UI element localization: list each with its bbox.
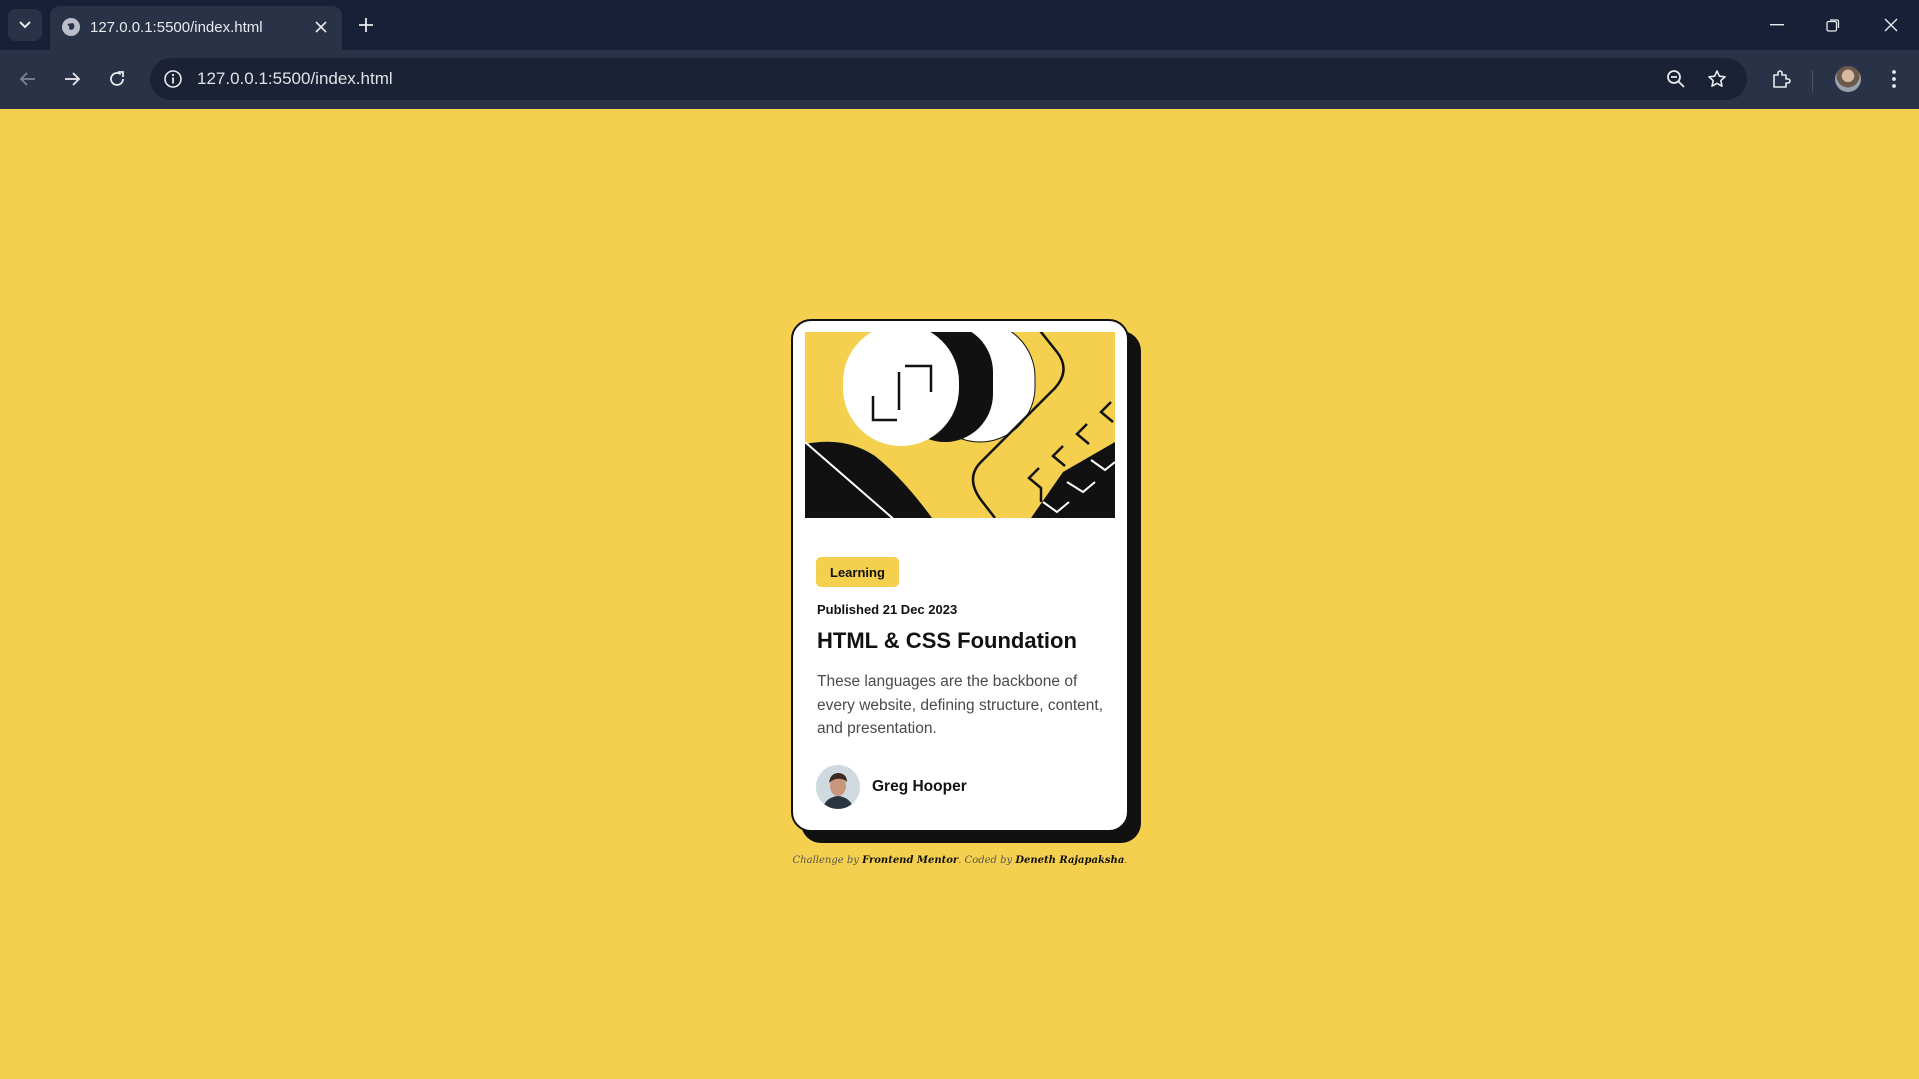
extensions-icon bbox=[1773, 70, 1791, 88]
address-bar[interactable]: 127.0.0.1:5500/index.html bbox=[150, 58, 1747, 100]
attribution-middle: . Coded by bbox=[958, 855, 1013, 866]
close-icon[interactable] bbox=[310, 16, 332, 38]
blog-preview-card: Learning Published 21 Dec 2023 HTML & CS… bbox=[791, 319, 1129, 832]
card-description: These languages are the backbone of ever… bbox=[817, 673, 1104, 737]
zoom-icon[interactable] bbox=[1664, 67, 1688, 91]
attribution-suffix: . bbox=[1124, 855, 1128, 866]
url-text: 127.0.0.1:5500/index.html bbox=[197, 69, 393, 88]
plus-icon bbox=[359, 18, 373, 32]
tab-strip: 127.0.0.1:5500/index.html bbox=[0, 0, 1919, 50]
window-close-button[interactable] bbox=[1871, 8, 1911, 42]
restore-icon bbox=[1826, 19, 1840, 32]
menu-icon bbox=[1892, 70, 1896, 88]
forward-icon bbox=[65, 72, 81, 86]
reload-icon bbox=[110, 71, 124, 86]
card-title[interactable]: HTML & CSS Foundation bbox=[817, 628, 1077, 654]
minimize-icon bbox=[1770, 24, 1784, 26]
profile-button[interactable] bbox=[1832, 63, 1864, 95]
attribution-prefix: Challenge by bbox=[792, 855, 859, 866]
avatar bbox=[816, 765, 860, 809]
browser-tab[interactable]: 127.0.0.1:5500/index.html bbox=[50, 6, 342, 50]
browser-toolbar: 127.0.0.1:5500/index.html bbox=[0, 50, 1919, 109]
restore-button[interactable] bbox=[1813, 8, 1853, 42]
forward-button[interactable] bbox=[56, 63, 88, 95]
back-icon bbox=[19, 72, 35, 86]
extensions-button[interactable] bbox=[1765, 63, 1797, 95]
tab-list-button[interactable] bbox=[8, 9, 42, 41]
globe-icon bbox=[62, 18, 80, 36]
publish-date: Published 21 Dec 2023 bbox=[817, 602, 958, 617]
menu-button[interactable] bbox=[1878, 63, 1910, 95]
tab-title: 127.0.0.1:5500/index.html bbox=[90, 19, 263, 36]
minimize-button[interactable] bbox=[1757, 8, 1797, 42]
star-icon[interactable] bbox=[1705, 67, 1729, 91]
back-button[interactable] bbox=[12, 63, 44, 95]
author: Greg Hooper bbox=[816, 765, 967, 809]
profile-icon bbox=[1835, 66, 1861, 92]
attribution-source-link[interactable]: Frontend Mentor bbox=[862, 855, 958, 866]
author-name: Greg Hooper bbox=[872, 778, 967, 795]
card-illustration bbox=[805, 332, 1115, 518]
toolbar-separator bbox=[1812, 70, 1813, 92]
tab-list-icon bbox=[19, 21, 31, 29]
window-close-icon bbox=[1884, 18, 1898, 32]
browser-chrome: 127.0.0.1:5500/index.html 127.0.0.1:5500… bbox=[0, 0, 1919, 109]
attribution-coder-link[interactable]: Deneth Rajapaksha bbox=[1015, 855, 1124, 866]
category-badge: Learning bbox=[816, 557, 899, 587]
reload-button[interactable] bbox=[101, 63, 133, 95]
attribution: Challenge by Frontend Mentor. Coded by D… bbox=[760, 855, 1160, 866]
info-icon[interactable] bbox=[162, 68, 184, 90]
new-tab-button[interactable] bbox=[352, 11, 380, 39]
